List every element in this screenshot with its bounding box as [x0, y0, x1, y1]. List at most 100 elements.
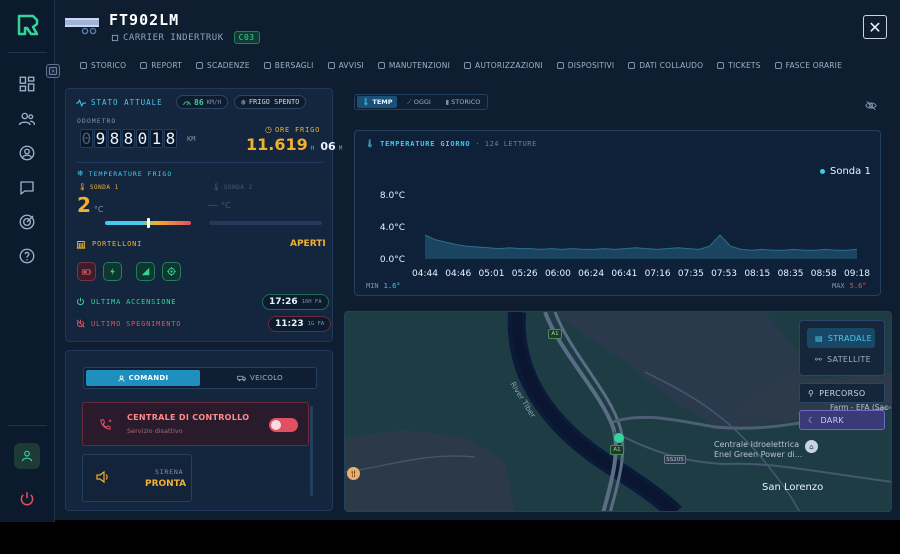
- tab-storico[interactable]: ▮ STORICO: [439, 96, 487, 108]
- route-icon: ⚲: [808, 388, 815, 398]
- sonda1-label: SONDA 1: [89, 183, 119, 191]
- ore-frigo-value: 11.619 H 06 M: [246, 135, 342, 154]
- power-icon[interactable]: [14, 486, 40, 512]
- trend-icon: ⟋: [407, 97, 412, 106]
- speaker-icon: [96, 470, 108, 484]
- temp-title: TEMPERATURE FRIGO: [88, 169, 173, 178]
- sonda2-label-row: 🌡︎ SONDA 2: [212, 183, 253, 191]
- tab-scadenze[interactable]: SCADENZE: [189, 57, 257, 73]
- map-layer-switcher: ▤ STRADALE ⚯ SATELLITE: [799, 320, 885, 376]
- thermometer-icon: 🌡︎: [361, 98, 371, 106]
- tab-avvisi[interactable]: AVVISI: [321, 57, 371, 73]
- odometer-digit: 0: [136, 129, 149, 148]
- gps-button[interactable]: [162, 262, 181, 281]
- map-satellite-button[interactable]: ⚯ SATELLITE: [807, 349, 875, 369]
- users-icon[interactable]: [14, 106, 40, 132]
- map-stradale-button[interactable]: ▤ STRADALE: [807, 328, 875, 348]
- clipboard-icon: [628, 61, 636, 69]
- tab-comandi[interactable]: COMANDI: [86, 370, 200, 386]
- tab-report[interactable]: REPORT: [133, 57, 189, 73]
- sonda2-value-row: — °C: [208, 200, 231, 211]
- min-value: 1.6°: [383, 282, 401, 290]
- min-label: MIN: [366, 282, 379, 290]
- tab-label: STORICO: [91, 60, 127, 70]
- doors-state: APERTI: [290, 239, 326, 249]
- collapse-sidebar-button[interactable]: [46, 64, 60, 78]
- tab-oggi-label: OGGI: [413, 98, 431, 106]
- chart-max: MAX 5.6°: [832, 282, 867, 290]
- tab-tickets[interactable]: TICKETS: [710, 57, 767, 73]
- control-center-title: CENTRALE DI CONTROLLO: [127, 413, 250, 422]
- map-view[interactable]: A1 A1 SS205 River Tiber Centrale Idroele…: [344, 311, 892, 512]
- sonda1-label-row: 🌡︎ SONDA 1: [78, 183, 119, 191]
- sonda1-value: 2: [77, 193, 91, 217]
- map-route-button[interactable]: ⚲ PERCORSO: [799, 383, 885, 403]
- user-icon: [118, 374, 125, 382]
- map-dark-button[interactable]: ☾ DARK: [799, 410, 885, 430]
- x-tick-label: 07:16: [645, 269, 671, 279]
- tab-oggi[interactable]: ⟋ OGGI: [400, 96, 438, 108]
- series-area-sonda-1: [425, 235, 857, 259]
- last-on-ago: 16H FA: [301, 299, 322, 305]
- siren-label: SIRENA: [155, 468, 184, 476]
- a1-shield-top: A1: [548, 329, 562, 339]
- snowflake-icon: ❄: [77, 169, 84, 178]
- signal-button[interactable]: [136, 262, 155, 281]
- tab-storico[interactable]: STORICO: [73, 57, 133, 73]
- tab-manutenzioni[interactable]: MANUTENZIONI: [371, 57, 457, 73]
- control-center-card[interactable]: CENTRALE DI CONTROLLO Servizio disattivo: [82, 402, 309, 446]
- tab-dati-collaudo[interactable]: DATI COLLAUDO: [621, 57, 710, 73]
- bars-icon: ▮: [445, 98, 450, 106]
- tab-veicolo[interactable]: VEICOLO: [204, 370, 316, 386]
- close-button[interactable]: ✕: [863, 15, 887, 39]
- tab-storico-label: STORICO: [451, 98, 481, 106]
- app-window: FT902LM CARRIER INDERTRUK C03 ✕ STORICO R…: [0, 0, 900, 522]
- logo-icon[interactable]: [15, 12, 41, 38]
- target-icon[interactable]: [14, 209, 40, 235]
- profile-avatar[interactable]: [14, 443, 40, 469]
- tab-label: DATI COLLAUDO: [639, 60, 704, 70]
- user-settings-icon[interactable]: [14, 140, 40, 166]
- vehicle-model: CARRIER INDERTRUK: [123, 32, 224, 43]
- chat-icon[interactable]: [14, 175, 40, 201]
- temperature-chart: 8.0°C 4.0°C 0.0°C 04:44 04:46 05:01 05:26 06:00…: [380, 191, 870, 279]
- map-icon: ▤: [815, 333, 823, 343]
- odometer-label: ODOMETRO: [77, 117, 117, 125]
- sonda1-gauge: [105, 218, 191, 228]
- sidebar-toggle-icon: [49, 67, 57, 75]
- odometer-digit: 9: [94, 129, 107, 148]
- tab-label: AUTORIZZAZIONI: [474, 60, 543, 70]
- poi-restaurant-icon[interactable]: 🍴︎: [347, 467, 360, 480]
- power-status-button[interactable]: [103, 262, 122, 281]
- phone-alarm-icon: [100, 419, 112, 430]
- sonda2-gauge: [209, 221, 322, 225]
- place-label-power-line2: Enel Green Power di...: [714, 450, 803, 459]
- map-stradale-label: STRADALE: [827, 333, 872, 343]
- ore-m-unit: M: [338, 145, 343, 152]
- x-tick-label: 08:35: [778, 269, 804, 279]
- tab-bersagli[interactable]: BERSAGLI: [257, 57, 321, 73]
- tab-label: DISPOSITIVI: [567, 60, 615, 70]
- tab-fasce-orarie[interactable]: FASCE ORARIE: [768, 57, 849, 73]
- battery-button[interactable]: [77, 262, 96, 281]
- y-tick-label: 4.0°C: [380, 223, 405, 233]
- tab-temp[interactable]: 🌡︎ TEMP: [357, 96, 397, 108]
- tab-comandi-label: COMANDI: [128, 374, 169, 382]
- commands-scrollbar[interactable]: [310, 406, 313, 496]
- poi-power-icon[interactable]: ⌂: [805, 440, 818, 453]
- temp-title-row: ❄ TEMPERATURE FRIGO: [77, 169, 172, 178]
- wrench-icon: [377, 61, 385, 69]
- tab-dispositivi[interactable]: DISPOSITIVI: [550, 57, 621, 73]
- series-line-sonda-1: [424, 234, 858, 251]
- eye-off-icon[interactable]: [865, 96, 877, 111]
- sonda2-unit: °C: [221, 201, 231, 210]
- tab-autorizzazioni[interactable]: AUTORIZZAZIONI: [457, 57, 550, 73]
- sonda1-value-row: 2 °C: [77, 193, 104, 217]
- dashboard-icon[interactable]: [14, 71, 40, 97]
- last-on-time-pill: 17:26 16H FA: [262, 294, 329, 310]
- control-center-toggle[interactable]: [269, 418, 298, 432]
- siren-card[interactable]: SIRENA PRONTA: [82, 454, 192, 502]
- vehicle-badge: C03: [233, 31, 260, 44]
- help-icon[interactable]: [14, 243, 40, 269]
- commands-panel: COMANDI VEICOLO CENTRALE DI CONTROLLO Se…: [65, 350, 333, 511]
